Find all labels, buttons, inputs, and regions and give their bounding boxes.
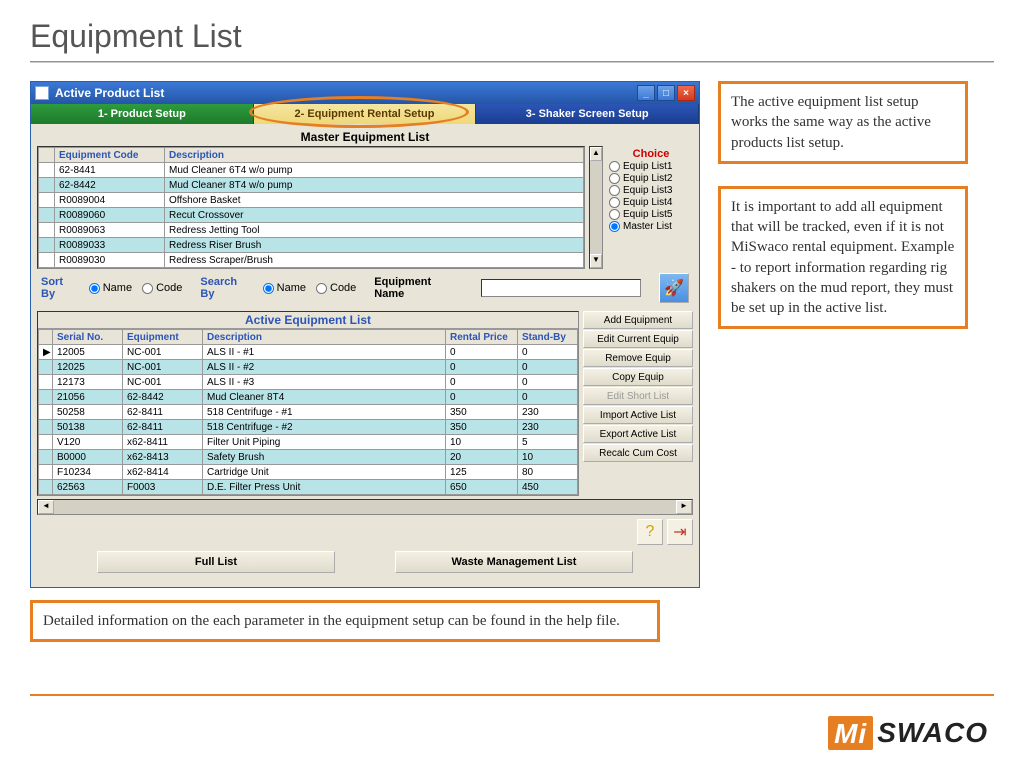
window-title: Active Product List: [55, 86, 164, 100]
help-button[interactable]: ?: [637, 519, 663, 545]
action-button[interactable]: Edit Current Equip: [583, 330, 693, 348]
action-button[interactable]: Copy Equip: [583, 368, 693, 386]
active-list-title: Active Equipment List: [38, 312, 578, 329]
table-row[interactable]: F10234x62-8414Cartridge Unit12580: [39, 465, 578, 480]
table-row[interactable]: B0000x62-8413Safety Brush2010: [39, 450, 578, 465]
exit-icon: ⇥: [673, 522, 686, 542]
master-list-title: Master Equipment List: [37, 128, 693, 146]
scroll-up-icon[interactable]: ▲: [590, 147, 602, 161]
tab-equipment-rental-setup[interactable]: 2- Equipment Rental Setup: [254, 104, 477, 124]
tab-shaker-screen-setup[interactable]: 3- Shaker Screen Setup: [476, 104, 699, 124]
table-row[interactable]: R0089063Redress Jetting Tool: [39, 223, 584, 238]
table-row[interactable]: R0089030Redress Scraper/Brush: [39, 253, 584, 268]
table-row[interactable]: V120x62-8411Filter Unit Piping105: [39, 435, 578, 450]
sort-name-radio[interactable]: Name: [89, 282, 132, 294]
col-serial[interactable]: Serial No.: [53, 330, 123, 345]
table-row[interactable]: R0089004Offshore Basket: [39, 193, 584, 208]
action-button[interactable]: Import Active List: [583, 406, 693, 424]
footer-divider: [30, 694, 994, 696]
search-code-radio[interactable]: Code: [316, 282, 356, 294]
master-table[interactable]: Equipment Code Description 62-8441Mud Cl…: [37, 146, 585, 269]
search-name-radio[interactable]: Name: [263, 282, 306, 294]
sort-code-radio[interactable]: Code: [142, 282, 182, 294]
equipment-name-label: Equipment Name: [374, 276, 463, 300]
col-rental[interactable]: Rental Price: [446, 330, 518, 345]
table-row[interactable]: 2105662-8442Mud Cleaner 8T400: [39, 390, 578, 405]
exit-button[interactable]: ⇥: [667, 519, 693, 545]
action-button[interactable]: Export Active List: [583, 425, 693, 443]
callout-bottom: Detailed information on the each paramet…: [30, 600, 660, 642]
choice-panel: Choice Equip List1Equip List2Equip List3…: [607, 146, 693, 269]
choice-radio[interactable]: Equip List2: [609, 173, 693, 184]
table-row[interactable]: 62-8442Mud Cleaner 8T4 w/o pump: [39, 178, 584, 193]
choice-radio[interactable]: Equip List3: [609, 185, 693, 196]
col-desc[interactable]: Description: [203, 330, 446, 345]
table-row[interactable]: 62-8441Mud Cleaner 6T4 w/o pump: [39, 163, 584, 178]
table-row[interactable]: R0089033Redress Riser Brush: [39, 238, 584, 253]
search-by-label: Search By: [200, 276, 252, 300]
col-standby[interactable]: Stand-By: [518, 330, 578, 345]
equipment-name-input[interactable]: [481, 279, 641, 297]
choice-radio[interactable]: Equip List5: [609, 209, 693, 220]
page-title: Equipment List: [0, 0, 1024, 61]
scroll-right-icon[interactable]: ►: [676, 500, 692, 514]
search-launch-button[interactable]: 🚀: [659, 273, 689, 303]
titlebar[interactable]: Active Product List _ □ ×: [31, 82, 699, 104]
setup-tabs: 1- Product Setup 2- Equipment Rental Set…: [31, 104, 699, 124]
choice-radio[interactable]: Master List: [609, 221, 693, 232]
scroll-left-icon[interactable]: ◄: [38, 500, 54, 514]
miswaco-logo: MiSWACO: [828, 716, 988, 750]
callout-top-right: The active equipment list setup works th…: [718, 81, 968, 164]
tab-product-setup[interactable]: 1- Product Setup: [31, 104, 254, 124]
help-icon: ?: [646, 523, 655, 541]
vertical-scrollbar[interactable]: ▲ ▼: [589, 146, 603, 269]
close-button[interactable]: ×: [677, 85, 695, 101]
col-description[interactable]: Description: [165, 148, 584, 163]
action-button[interactable]: Add Equipment: [583, 311, 693, 329]
rocket-icon: 🚀: [664, 278, 684, 298]
sort-by-label: Sort By: [41, 276, 79, 300]
table-row[interactable]: 5013862-8411518 Centrifuge - #2350230: [39, 420, 578, 435]
sort-by-group: Sort By Name Code: [41, 276, 182, 300]
app-window: Active Product List _ □ × 1- Product Set…: [30, 81, 700, 588]
table-row[interactable]: 62563F0003D.E. Filter Press Unit650450: [39, 480, 578, 495]
table-row[interactable]: 12025NC-001ALS II - #200: [39, 360, 578, 375]
choice-radio[interactable]: Equip List4: [609, 197, 693, 208]
title-divider: [30, 61, 994, 63]
table-row[interactable]: 12173NC-001ALS II - #300: [39, 375, 578, 390]
choice-radio[interactable]: Equip List1: [609, 161, 693, 172]
active-table[interactable]: Active Equipment List Serial No. Equipme…: [37, 311, 579, 496]
col-equipment[interactable]: Equipment: [123, 330, 203, 345]
callout-mid-right: It is important to add all equipment tha…: [718, 186, 968, 330]
search-by-group: Search By Name Code: [200, 276, 356, 300]
horizontal-scrollbar[interactable]: ◄ ►: [37, 499, 693, 515]
table-row[interactable]: 5025862-8411518 Centrifuge - #1350230: [39, 405, 578, 420]
full-list-button[interactable]: Full List: [97, 551, 335, 573]
scroll-down-icon[interactable]: ▼: [590, 254, 602, 268]
col-equipment-code[interactable]: Equipment Code: [55, 148, 165, 163]
action-button: Edit Short List: [583, 387, 693, 405]
action-button[interactable]: Recalc Cum Cost: [583, 444, 693, 462]
maximize-button[interactable]: □: [657, 85, 675, 101]
waste-management-button[interactable]: Waste Management List: [395, 551, 633, 573]
app-icon: [35, 86, 49, 100]
table-row[interactable]: ▶12005NC-001ALS II - #100: [39, 345, 578, 360]
action-button[interactable]: Remove Equip: [583, 349, 693, 367]
minimize-button[interactable]: _: [637, 85, 655, 101]
choice-title: Choice: [609, 148, 693, 160]
table-row[interactable]: R0089060Recut Crossover: [39, 208, 584, 223]
